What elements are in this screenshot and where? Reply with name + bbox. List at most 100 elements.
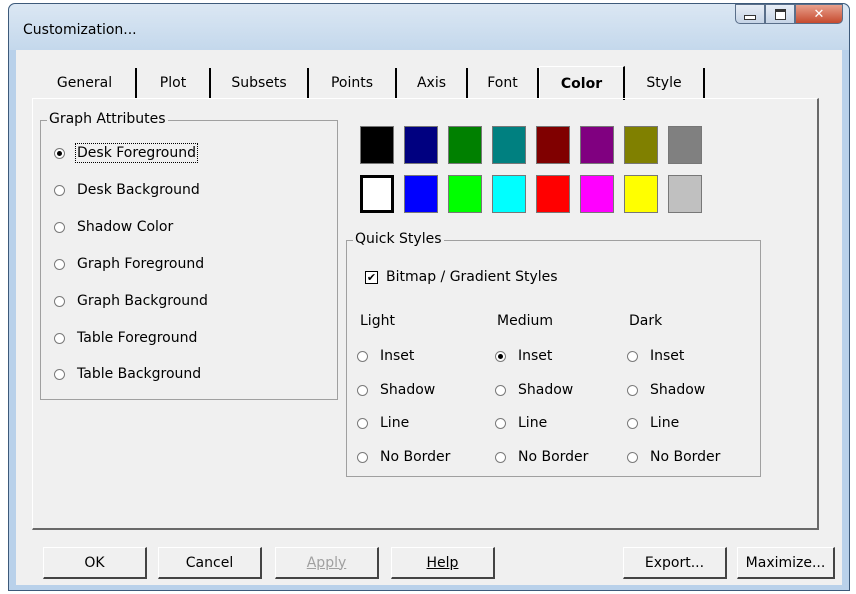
radio-label: Graph Background <box>77 293 208 309</box>
radio-button[interactable] <box>627 384 638 396</box>
radio-desk-background[interactable]: Desk Background <box>54 182 200 198</box>
radio-light-no-border[interactable]: No Border <box>357 449 450 465</box>
radio-button[interactable] <box>495 350 506 362</box>
swatch-gray[interactable] <box>668 126 702 164</box>
swatch-silver[interactable] <box>668 175 702 213</box>
column-medium-label: Medium <box>497 313 553 329</box>
radio-label: Shadow <box>650 382 706 398</box>
ok-button[interactable]: OK <box>43 547 147 579</box>
window-title: Customization... <box>23 22 137 38</box>
radio-dark-shadow[interactable]: Shadow <box>627 382 705 398</box>
radio-button[interactable] <box>54 332 65 344</box>
swatch-red[interactable] <box>536 175 570 213</box>
radio-light-line[interactable]: Line <box>357 415 409 431</box>
radio-medium-no-border[interactable]: No Border <box>495 449 588 465</box>
checkbox-box[interactable]: ✔ <box>365 270 378 284</box>
radio-button[interactable] <box>495 384 506 396</box>
radio-button[interactable] <box>54 221 65 233</box>
column-dark-label: Dark <box>629 313 663 329</box>
swatch-teal[interactable] <box>492 126 526 164</box>
tab-subsets[interactable]: Subsets <box>211 68 309 98</box>
swatch-black[interactable] <box>360 126 394 164</box>
radio-light-shadow[interactable]: Shadow <box>357 382 435 398</box>
radio-medium-inset[interactable]: Inset <box>495 348 552 364</box>
swatch-yellow[interactable] <box>624 175 658 213</box>
quick-styles-group: Quick Styles ✔ Bitmap / Gradient Styles … <box>346 231 761 477</box>
export-button[interactable]: Export... <box>623 547 727 579</box>
tab-color[interactable]: Color <box>539 66 625 100</box>
radio-button[interactable] <box>357 417 368 429</box>
tab-label: Points <box>330 75 374 91</box>
swatch-green[interactable] <box>448 126 482 164</box>
swatch-purple[interactable] <box>580 126 614 164</box>
tab-axis[interactable]: Axis <box>397 68 468 98</box>
tab-general[interactable]: General <box>34 68 137 98</box>
radio-label: Desk Background <box>77 182 200 198</box>
radio-button[interactable] <box>54 368 65 380</box>
radio-dark-no-border[interactable]: No Border <box>627 449 720 465</box>
radio-light-inset[interactable]: Inset <box>357 348 414 364</box>
tab-label: Font <box>487 75 518 91</box>
color-tab-panel: Graph Attributes Desk Foreground Desk Ba… <box>32 98 819 530</box>
tab-style[interactable]: Style <box>625 68 705 98</box>
radio-label: Shadow <box>518 382 574 398</box>
radio-label: Inset <box>380 348 415 364</box>
swatch-blue[interactable] <box>404 175 438 213</box>
radio-table-foreground[interactable]: Table Foreground <box>54 330 197 346</box>
radio-button[interactable] <box>357 451 368 463</box>
radio-button[interactable] <box>357 384 368 396</box>
radio-button[interactable] <box>357 350 368 362</box>
tab-plot[interactable]: Plot <box>137 68 211 98</box>
apply-button[interactable]: Apply <box>275 547 379 579</box>
radio-button[interactable] <box>54 184 65 196</box>
help-button[interactable]: Help <box>391 547 495 579</box>
radio-label: Desk Foreground <box>75 143 198 163</box>
radio-label: Line <box>650 415 680 431</box>
swatch-cyan[interactable] <box>492 175 526 213</box>
radio-desk-foreground[interactable]: Desk Foreground <box>54 143 198 163</box>
radio-button[interactable] <box>54 258 65 270</box>
cancel-button[interactable]: Cancel <box>158 547 262 579</box>
radio-label: Graph Foreground <box>77 256 205 272</box>
ok-label: OK <box>84 554 105 571</box>
radio-medium-shadow[interactable]: Shadow <box>495 382 573 398</box>
close-icon: ✕ <box>813 6 825 22</box>
radio-label: Table Background <box>77 366 202 382</box>
close-button[interactable]: ✕ <box>795 4 843 24</box>
bitmap-gradient-checkbox[interactable]: ✔ Bitmap / Gradient Styles <box>365 269 558 285</box>
radio-label: Table Foreground <box>77 330 198 346</box>
swatch-magenta[interactable] <box>580 175 614 213</box>
radio-graph-background[interactable]: Graph Background <box>54 293 208 309</box>
radio-button[interactable] <box>495 451 506 463</box>
radio-medium-line[interactable]: Line <box>495 415 547 431</box>
radio-table-background[interactable]: Table Background <box>54 366 201 382</box>
radio-label: Line <box>518 415 548 431</box>
swatch-white[interactable] <box>360 175 394 213</box>
radio-label: Shadow Color <box>77 219 174 235</box>
tab-label: Plot <box>159 75 187 91</box>
radio-label: Inset <box>650 348 685 364</box>
minimize-button[interactable] <box>735 4 765 24</box>
radio-button[interactable] <box>54 147 65 159</box>
radio-dark-inset[interactable]: Inset <box>627 348 684 364</box>
cancel-label: Cancel <box>185 554 234 571</box>
radio-dark-line[interactable]: Line <box>627 415 679 431</box>
swatch-navy[interactable] <box>404 126 438 164</box>
graph-attributes-title: Graph Attributes <box>47 111 168 127</box>
radio-graph-foreground[interactable]: Graph Foreground <box>54 256 204 272</box>
maximize-button[interactable]: Maximize... <box>737 547 835 579</box>
radio-button[interactable] <box>54 295 65 307</box>
title-bar[interactable]: Customization... ✕ <box>9 4 849 50</box>
radio-shadow-color[interactable]: Shadow Color <box>54 219 173 235</box>
radio-button[interactable] <box>627 451 638 463</box>
swatch-olive[interactable] <box>624 126 658 164</box>
maximize-window-button[interactable] <box>765 4 795 24</box>
minimize-icon <box>744 15 756 20</box>
swatch-maroon[interactable] <box>536 126 570 164</box>
radio-button[interactable] <box>627 417 638 429</box>
tab-font[interactable]: Font <box>468 68 539 98</box>
tab-points[interactable]: Points <box>309 68 397 98</box>
radio-button[interactable] <box>495 417 506 429</box>
radio-button[interactable] <box>627 350 638 362</box>
swatch-lime[interactable] <box>448 175 482 213</box>
